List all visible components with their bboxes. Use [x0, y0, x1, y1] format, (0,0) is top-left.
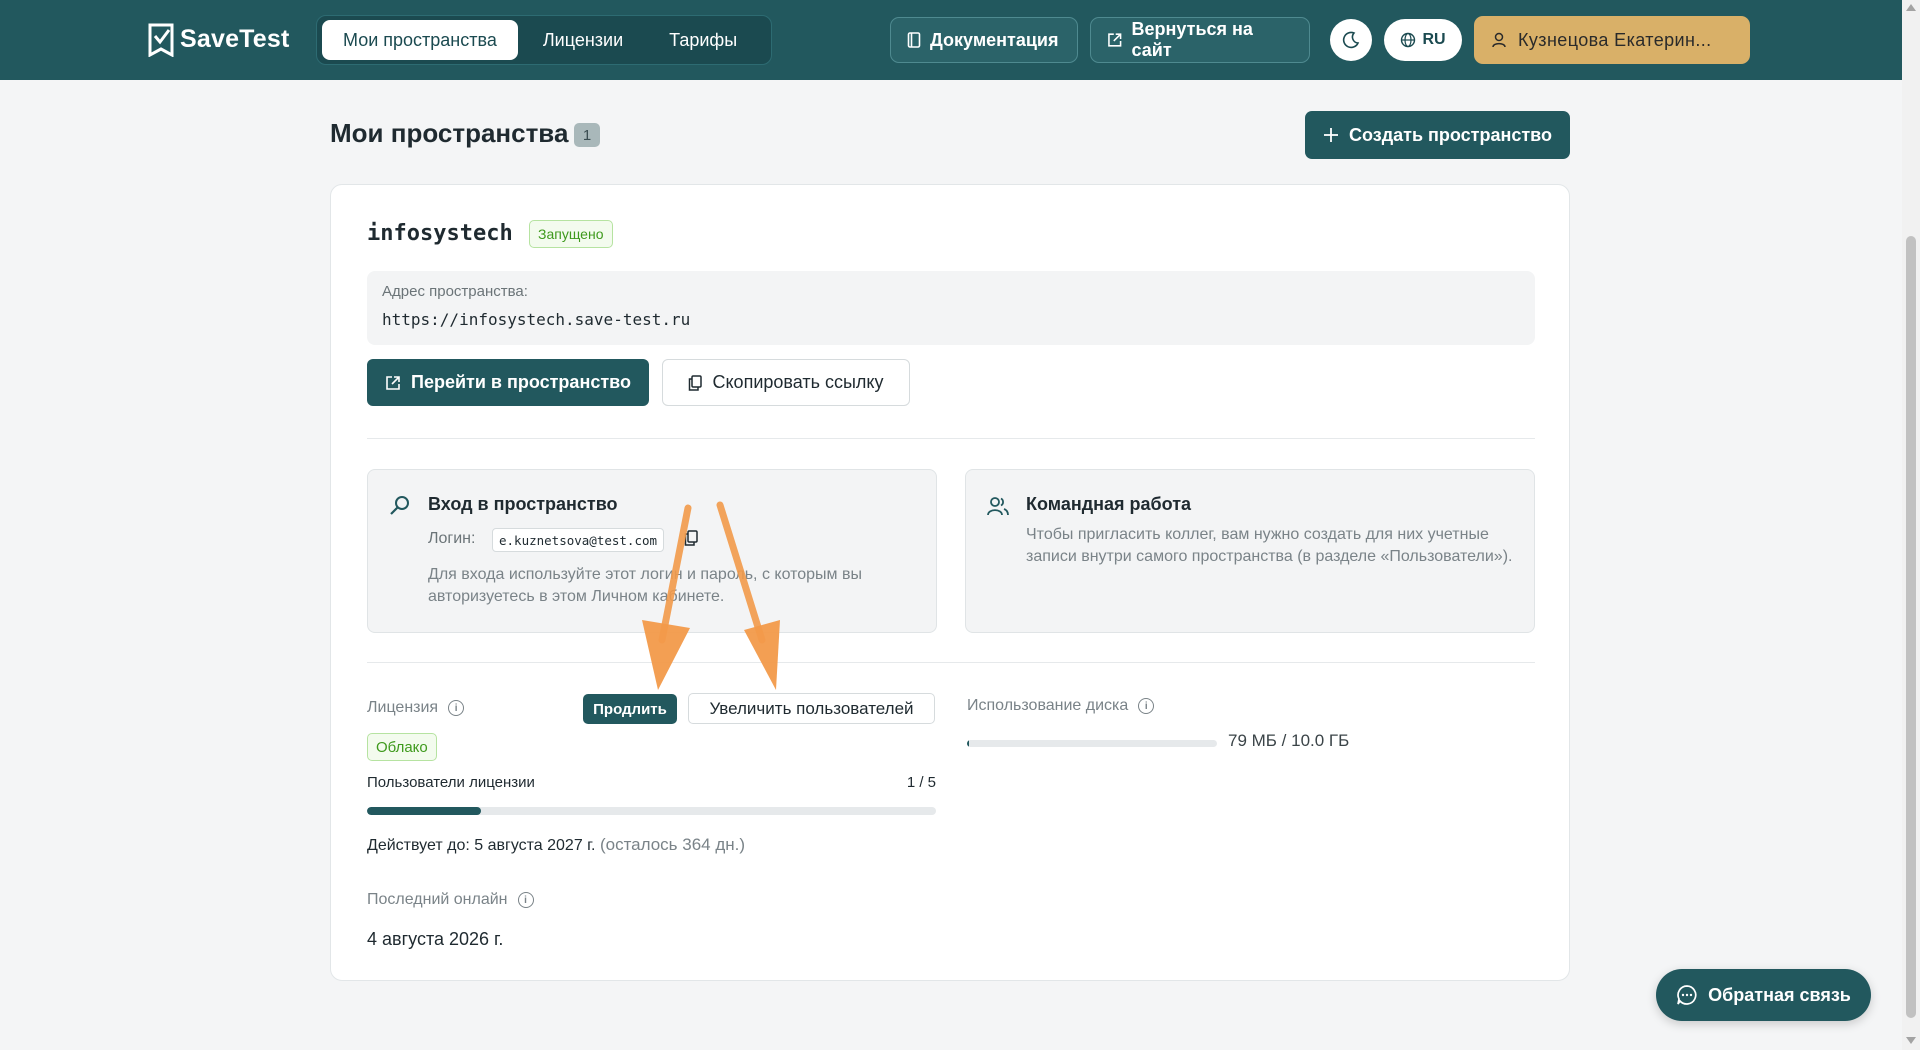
- login-box-title: Вход в пространство: [428, 494, 618, 514]
- chat-icon: [1677, 985, 1697, 1005]
- license-users-count: 1 / 5: [906, 774, 936, 791]
- documentation-label: Документация: [930, 29, 1059, 50]
- copy-login-button[interactable]: [684, 530, 698, 551]
- feedback-button[interactable]: Обратная связь: [1656, 969, 1871, 1021]
- login-info-box: Вход в пространство Логин: e.kuznetsova@…: [367, 469, 937, 633]
- feedback-label: Обратная связь: [1708, 984, 1851, 1005]
- license-type-badge: Облако: [367, 733, 437, 761]
- globe-icon: [1401, 32, 1416, 48]
- documentation-button[interactable]: Документация: [890, 17, 1078, 63]
- logo-text: SaveTest: [180, 24, 290, 53]
- login-hint: Для входа используйте этот логин и парол…: [428, 566, 862, 605]
- tab-my-spaces[interactable]: Мои пространства: [322, 20, 518, 60]
- page-title: Мои пространства: [330, 118, 569, 148]
- go-to-space-label: Перейти в пространство: [411, 372, 631, 392]
- divider: [367, 662, 1535, 663]
- back-to-site-label: Вернуться на сайт: [1131, 19, 1253, 60]
- logo[interactable]: SaveTest: [148, 20, 290, 58]
- user-icon: [1492, 32, 1506, 48]
- spaces-count-badge: 1: [574, 123, 600, 147]
- license-users-progress-fill: [367, 807, 481, 815]
- last-online-value: 4 августа 2026 г.: [367, 929, 504, 949]
- renew-button[interactable]: Продлить: [583, 694, 677, 724]
- copy-link-button[interactable]: Скопировать ссылку: [662, 359, 910, 406]
- scroll-down-arrow[interactable]: [1906, 1037, 1916, 1044]
- login-value: e.kuznetsova@test.com: [492, 528, 665, 552]
- info-icon[interactable]: i: [517, 892, 534, 908]
- license-valid-row: Действует до: 5 августа 2027 г. (осталос…: [367, 835, 745, 855]
- user-menu-button[interactable]: Кузнецова Екатерин...: [1474, 16, 1750, 64]
- logo-icon: [148, 23, 174, 57]
- disk-usage-label: Использование диска: [967, 697, 1129, 714]
- theme-toggle[interactable]: [1330, 19, 1372, 61]
- status-badge: Запущено: [529, 220, 613, 248]
- divider: [367, 438, 1535, 439]
- scrollbar-thumb[interactable]: [1906, 236, 1916, 1018]
- book-icon: [907, 32, 921, 48]
- license-label-row: Лицензия i: [367, 699, 465, 717]
- disk-usage-progress: [967, 740, 1217, 747]
- team-icon: [986, 494, 1010, 523]
- address-label: Адрес пространства:: [382, 283, 528, 300]
- license-days-remaining: (осталось 364 дн.): [599, 835, 746, 854]
- top-header: SaveTest Мои пространства Лицензии Тариф…: [0, 0, 1902, 80]
- address-value: https://infosystech.save-test.ru: [382, 310, 691, 329]
- info-icon[interactable]: i: [1138, 698, 1155, 714]
- copy-link-label: Скопировать ссылку: [712, 372, 884, 392]
- moon-icon: [1342, 31, 1360, 49]
- language-label: RU: [1422, 31, 1446, 48]
- create-space-label: Создать пространство: [1348, 124, 1552, 145]
- team-info-box: Командная работа Чтобы пригласить коллег…: [965, 469, 1535, 633]
- increase-users-button[interactable]: Увеличить пользователей: [688, 693, 935, 724]
- go-to-space-button[interactable]: Перейти в пространство: [367, 359, 649, 406]
- user-name: Кузнецова Екатерин...: [1518, 29, 1712, 50]
- space-card: infosystech Запущено Адрес пространства:…: [330, 184, 1570, 981]
- external-link-icon: [1108, 33, 1122, 47]
- license-users-progress: [367, 807, 936, 815]
- copy-icon: [684, 530, 698, 546]
- login-label: Логин:: [428, 530, 476, 547]
- external-link-icon: [386, 375, 400, 390]
- space-name: infosystech: [367, 221, 513, 246]
- license-valid-until: Действует до: 5 августа 2027 г.: [367, 837, 596, 854]
- create-space-button[interactable]: Создать пространство: [1305, 111, 1570, 159]
- info-icon[interactable]: i: [448, 700, 465, 716]
- last-online-label: Последний онлайн: [367, 891, 508, 908]
- copy-icon: [689, 374, 703, 391]
- tab-licenses[interactable]: Лицензии: [522, 20, 644, 60]
- plus-icon: [1323, 128, 1338, 142]
- language-switch[interactable]: RU: [1384, 19, 1462, 61]
- disk-usage-progress-fill: [967, 740, 969, 747]
- scroll-up-arrow[interactable]: [1906, 4, 1916, 11]
- disk-usage-label-row: Использование диска i: [967, 697, 1155, 715]
- last-online-label-row: Последний онлайн i: [367, 891, 534, 909]
- disk-usage-value: 79 МБ / 10.0 ГБ: [1228, 731, 1350, 750]
- license-label: Лицензия: [367, 699, 439, 716]
- team-box-title: Командная работа: [1026, 494, 1192, 514]
- back-to-site-button[interactable]: Вернуться на сайт: [1090, 17, 1310, 63]
- main-nav: Мои пространства Лицензии Тарифы: [316, 15, 772, 65]
- tab-tariffs[interactable]: Тарифы: [648, 20, 758, 60]
- license-users-label: Пользователи лицензии: [367, 774, 535, 791]
- address-box: Адрес пространства: https://infosystech.…: [367, 271, 1535, 345]
- search-key-icon: [388, 494, 412, 523]
- team-hint: Чтобы пригласить коллег, вам нужно созда…: [1026, 526, 1513, 565]
